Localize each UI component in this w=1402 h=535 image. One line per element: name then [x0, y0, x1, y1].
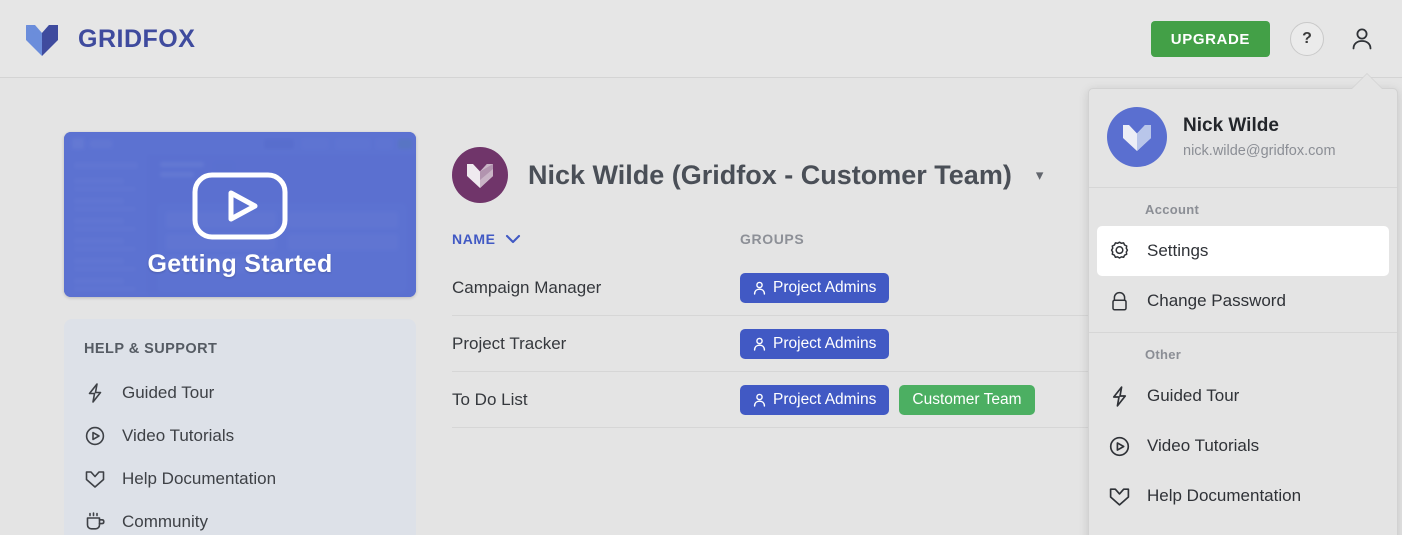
header-actions: UPGRADE ? [1151, 0, 1380, 78]
row-name: To Do List [452, 390, 740, 410]
person-icon [753, 281, 766, 295]
group-badge-label: Project Admins [773, 391, 876, 409]
user-menu-dropdown: Nick Wilde nick.wilde@gridfox.com Accoun… [1088, 88, 1398, 535]
chevron-down-icon[interactable]: ▾ [1036, 166, 1044, 184]
brand[interactable]: GRIDFOX [20, 17, 195, 61]
dropdown-user-text: Nick Wilde nick.wilde@gridfox.com [1183, 115, 1336, 159]
table-header-row: NAME GROUPS [452, 218, 1120, 260]
help-item-label: Guided Tour [122, 383, 214, 403]
group-badge[interactable]: Project Admins [740, 273, 889, 303]
group-badge[interactable]: Customer Team [899, 385, 1034, 415]
table-row[interactable]: Project Tracker Project Admins [452, 316, 1120, 372]
video-card-label: Getting Started [64, 250, 416, 279]
fox-head-icon [1107, 485, 1131, 508]
fox-head-icon [84, 468, 106, 490]
group-badge-label: Project Admins [773, 335, 876, 353]
group-badge[interactable]: Project Admins [740, 385, 889, 415]
dropdown-item-guided-tour[interactable]: Guided Tour [1089, 371, 1397, 421]
avatar [1107, 107, 1167, 167]
dropdown-user-email: nick.wilde@gridfox.com [1183, 143, 1336, 159]
help-item-guided-tour[interactable]: Guided Tour [84, 371, 396, 414]
help-item-help-documentation[interactable]: Help Documentation [84, 457, 396, 500]
column-header-label: GROUPS [740, 231, 804, 247]
dropdown-section-title-other: Other [1089, 333, 1397, 371]
avatar [452, 147, 508, 203]
page-title: Nick Wilde (Gridfox - Customer Team) [528, 160, 1012, 191]
column-header-groups[interactable]: GROUPS [740, 231, 804, 247]
getting-started-video-card[interactable]: Getting Started [64, 132, 416, 297]
help-item-video-tutorials[interactable]: Video Tutorials [84, 414, 396, 457]
coffee-cup-icon [84, 511, 106, 533]
play-circle-icon [1107, 435, 1131, 458]
group-badge-label: Project Admins [773, 279, 876, 297]
left-column: Getting Started HELP & SUPPORT Guided To… [64, 132, 416, 535]
app-root: GRIDFOX UPGRADE ? [0, 0, 1402, 535]
table-row[interactable]: Campaign Manager Project Admins [452, 260, 1120, 316]
play-circle-icon [84, 425, 106, 447]
lock-icon [1107, 290, 1131, 313]
row-groups: Project Admins [740, 273, 889, 303]
dropdown-user-name: Nick Wilde [1183, 115, 1336, 137]
help-item-label: Help Documentation [122, 469, 276, 489]
dropdown-item-help-documentation[interactable]: Help Documentation [1089, 471, 1397, 521]
column-header-label: NAME [452, 231, 496, 247]
lightning-bolt-icon [1107, 385, 1131, 408]
person-icon [753, 393, 766, 407]
dropdown-item-label: Video Tutorials [1147, 436, 1259, 456]
dropdown-item-settings[interactable]: Settings [1097, 226, 1389, 276]
upgrade-button[interactable]: UPGRADE [1151, 21, 1270, 57]
table-row[interactable]: To Do List Project Admins Customer Team [452, 372, 1120, 428]
permissions-table: NAME GROUPS Campaign Manager [452, 218, 1120, 428]
group-badge-label: Customer Team [912, 391, 1021, 409]
user-avatar-icon[interactable] [1344, 21, 1380, 57]
dropdown-user-info: Nick Wilde nick.wilde@gridfox.com [1089, 89, 1397, 188]
dropdown-item-label: Guided Tour [1147, 386, 1239, 406]
help-item-label: Video Tutorials [122, 426, 234, 446]
play-button-icon[interactable] [192, 172, 288, 240]
column-header-name[interactable]: NAME [452, 231, 740, 247]
help-support-title: HELP & SUPPORT [84, 341, 396, 357]
person-icon [753, 337, 766, 351]
dropdown-item-label: Change Password [1147, 291, 1286, 311]
dropdown-item-video-tutorials[interactable]: Video Tutorials [1089, 421, 1397, 471]
dropdown-section-title-account: Account [1089, 188, 1397, 226]
row-groups: Project Admins Customer Team [740, 385, 1035, 415]
gridfox-fox-logo-icon [20, 17, 64, 61]
help-item-community[interactable]: Community [84, 500, 396, 535]
dropdown-item-label: Settings [1147, 241, 1208, 261]
dropdown-item-change-password[interactable]: Change Password [1089, 276, 1397, 326]
dropdown-item-community[interactable]: Community [1089, 521, 1397, 535]
row-name: Campaign Manager [452, 278, 740, 298]
chevron-down-icon [505, 234, 521, 244]
dropdown-item-label: Help Documentation [1147, 486, 1301, 506]
help-support-card: HELP & SUPPORT Guided Tour Video Tutoria… [64, 319, 416, 535]
brand-name: GRIDFOX [78, 25, 195, 54]
row-name: Project Tracker [452, 334, 740, 354]
help-icon[interactable]: ? [1290, 22, 1324, 56]
dropdown-caret [1352, 74, 1382, 89]
lightning-bolt-icon [84, 382, 106, 404]
app-header: GRIDFOX UPGRADE ? [0, 0, 1402, 78]
gear-icon [1107, 240, 1131, 263]
help-item-label: Community [122, 512, 208, 532]
row-groups: Project Admins [740, 329, 889, 359]
group-badge[interactable]: Project Admins [740, 329, 889, 359]
